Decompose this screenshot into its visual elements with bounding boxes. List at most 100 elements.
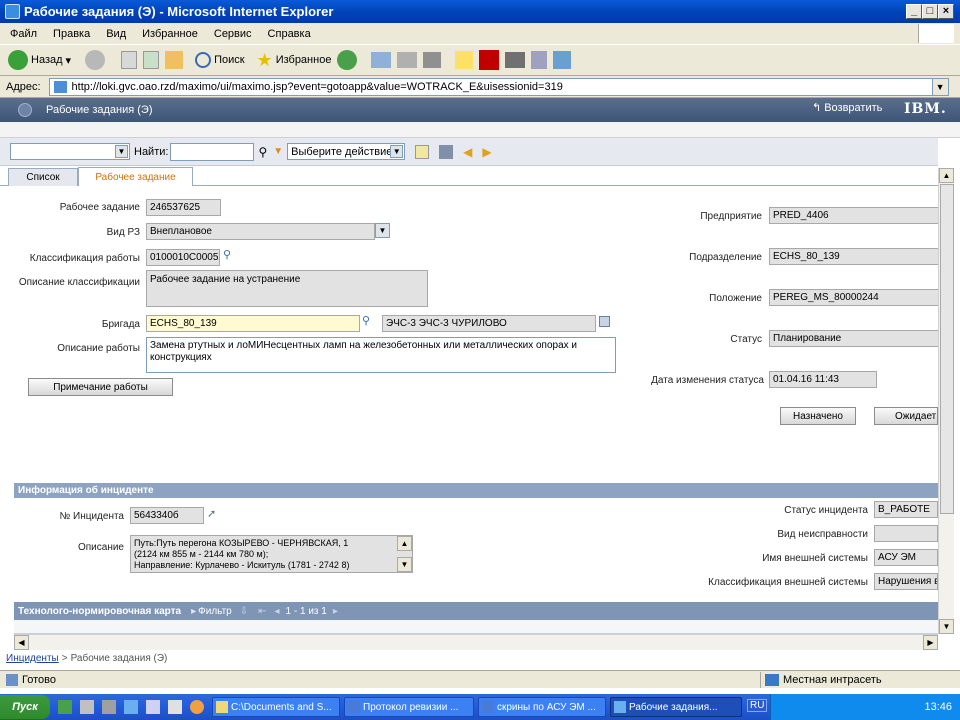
incident-status-field: В_РАБОТЕ <box>874 501 938 518</box>
ibm-logo: IBM. <box>904 101 947 117</box>
type-field[interactable]: Внеплановое <box>146 223 375 240</box>
status-text: Готово <box>22 673 56 686</box>
history-icon[interactable] <box>337 50 358 70</box>
quicklaunch-ie-icon[interactable] <box>124 700 138 714</box>
filter-icon[interactable]: ▸ <box>191 606 196 617</box>
scroll-up-icon[interactable]: ▲ <box>397 536 412 551</box>
menu-tools[interactable]: Сервис <box>214 28 252 40</box>
return-link[interactable]: ↰ Возвратить <box>812 101 883 115</box>
scroll-down-icon[interactable]: ▼ <box>397 557 412 572</box>
incident-num-label: № Инцидента <box>59 511 124 522</box>
messenger-icon[interactable] <box>505 52 526 68</box>
lookup-icon[interactable]: ⚲ <box>362 314 370 327</box>
fault-type-field <box>874 525 938 542</box>
menu-help[interactable]: Справка <box>268 28 311 40</box>
find-input[interactable] <box>170 142 255 161</box>
go-to-icon[interactable]: ➚ <box>207 507 216 520</box>
next-icon[interactable]: ▶ <box>482 145 491 159</box>
quicklaunch-app-icon[interactable] <box>102 700 116 714</box>
crew-label: Бригада <box>101 319 140 330</box>
back-label: Назад <box>31 54 63 66</box>
stop-icon[interactable] <box>121 51 138 69</box>
app-logo-icon <box>18 103 32 117</box>
scroll-left-icon[interactable]: ◀ <box>14 635 29 650</box>
menu-view[interactable]: Вид <box>106 28 126 40</box>
assigned-button[interactable]: Назначено <box>780 407 856 425</box>
close-button[interactable]: × <box>938 4 954 19</box>
desc-field[interactable]: Замена ртутных и лоМИНесцентных ламп на … <box>146 337 616 373</box>
msn-icon[interactable] <box>553 51 572 69</box>
action-select[interactable]: Выберите действие ▼ <box>287 143 406 160</box>
breadcrumb-incidents-link[interactable]: Инциденты <box>6 653 59 664</box>
task-ie-workorders[interactable]: Рабочие задания... <box>610 697 742 717</box>
start-button[interactable]: Пуск <box>0 695 50 719</box>
scroll-thumb[interactable] <box>940 184 954 514</box>
previous-icon[interactable]: ◀ <box>463 145 472 159</box>
address-dropdown-icon[interactable]: ▼ <box>931 78 948 95</box>
quicklaunch-outlook-icon[interactable] <box>146 700 160 714</box>
tech-section-title: Технолого-нормировочная карта <box>18 605 182 617</box>
note-icon[interactable] <box>455 51 474 69</box>
download-icon[interactable]: ⇩ <box>240 606 248 617</box>
note-button[interactable]: Примечание работы <box>28 378 173 396</box>
quicklaunch-tree-icon[interactable] <box>58 700 72 714</box>
menu-bar: Файл Правка Вид Избранное Сервис Справка <box>0 23 960 44</box>
tab-work-order[interactable]: Рабочее задание <box>78 167 193 186</box>
quicklaunch-doc-icon[interactable] <box>168 700 182 714</box>
find-label: Найти: <box>134 145 169 158</box>
kaspersky-icon[interactable] <box>479 50 500 70</box>
task-word-protocol[interactable]: Протокол ревизии ... <box>344 697 474 717</box>
dept-field: ECHS_80_139 <box>769 248 939 265</box>
address-field[interactable]: http://loki.gvc.oao.rzd/maximo/ui/maximo… <box>48 77 949 96</box>
prev-page-icon[interactable]: ◂ <box>275 606 280 617</box>
crew-field[interactable]: ECHS_80_139 <box>146 315 360 332</box>
waiting-button[interactable]: Ожидает <box>874 407 938 425</box>
chevron-down-icon[interactable]: ▼ <box>375 223 390 238</box>
lookup-icon[interactable]: ⚲ <box>223 248 231 261</box>
content-scrollbar[interactable]: ▲ ▼ <box>938 168 954 634</box>
forward-arrow-icon[interactable] <box>85 50 106 70</box>
menu-file[interactable]: Файл <box>10 28 37 40</box>
filter-link[interactable]: Фильтр <box>198 606 232 617</box>
back-button[interactable]: Назад ▾ <box>8 50 71 70</box>
horizontal-scrollbar[interactable]: ◀ ▶ <box>14 634 938 650</box>
filter-arrow-icon[interactable]: ▼ <box>273 146 283 157</box>
language-indicator[interactable]: RU <box>747 699 768 712</box>
star-icon: ★ <box>256 49 273 70</box>
next-page-icon[interactable]: ▸ <box>333 606 338 617</box>
scroll-down-icon[interactable]: ▼ <box>939 619 954 634</box>
first-page-icon[interactable]: ⇤ <box>258 606 266 617</box>
menu-edit[interactable]: Правка <box>53 28 90 40</box>
minimize-button[interactable]: _ <box>906 4 922 19</box>
menu-favorites[interactable]: Избранное <box>142 28 198 40</box>
tab-list[interactable]: Список <box>8 168 78 186</box>
task-explorer[interactable]: C:\Documents and S... <box>212 697 340 717</box>
quicklaunch-media-icon[interactable] <box>190 700 204 714</box>
task-word-screenshots[interactable]: скрины по АСУ ЭМ ... <box>478 697 606 717</box>
print-icon[interactable] <box>397 52 418 68</box>
home-icon[interactable] <box>165 51 184 69</box>
save-icon[interactable] <box>439 144 454 159</box>
favorites-button[interactable]: ★ Избранное <box>257 50 332 71</box>
ie-toolbar: Назад ▾ Поиск ★ Избранное <box>0 44 960 76</box>
binoculars-icon[interactable]: ⚲ <box>258 145 267 159</box>
query-select[interactable]: ▼ <box>10 143 130 160</box>
scroll-right-icon[interactable]: ▶ <box>923 635 938 650</box>
zone-text: Местная интрасеть <box>783 674 882 686</box>
research-icon[interactable] <box>531 51 548 69</box>
quicklaunch-desktop-icon[interactable] <box>80 700 94 714</box>
maximize-button[interactable]: □ <box>922 4 938 19</box>
mail-icon[interactable] <box>371 52 392 68</box>
window-title: Рабочие задания (Э) - Microsoft Internet… <box>24 4 334 19</box>
address-url: http://loki.gvc.oao.rzd/maximo/ui/maximo… <box>71 80 563 93</box>
edit-icon[interactable] <box>423 52 442 68</box>
refresh-icon[interactable] <box>143 51 160 69</box>
search-button[interactable]: Поиск <box>195 52 245 68</box>
new-record-icon[interactable] <box>415 144 430 159</box>
classdesc-field: Рабочее задание на устранение <box>146 270 428 307</box>
detail-menu-icon[interactable] <box>599 316 610 327</box>
scroll-up-icon[interactable]: ▲ <box>939 168 954 183</box>
return-label: Возвратить <box>824 101 883 114</box>
app-subheader <box>0 122 960 138</box>
class-field[interactable]: 0100010C00052 <box>146 249 220 266</box>
